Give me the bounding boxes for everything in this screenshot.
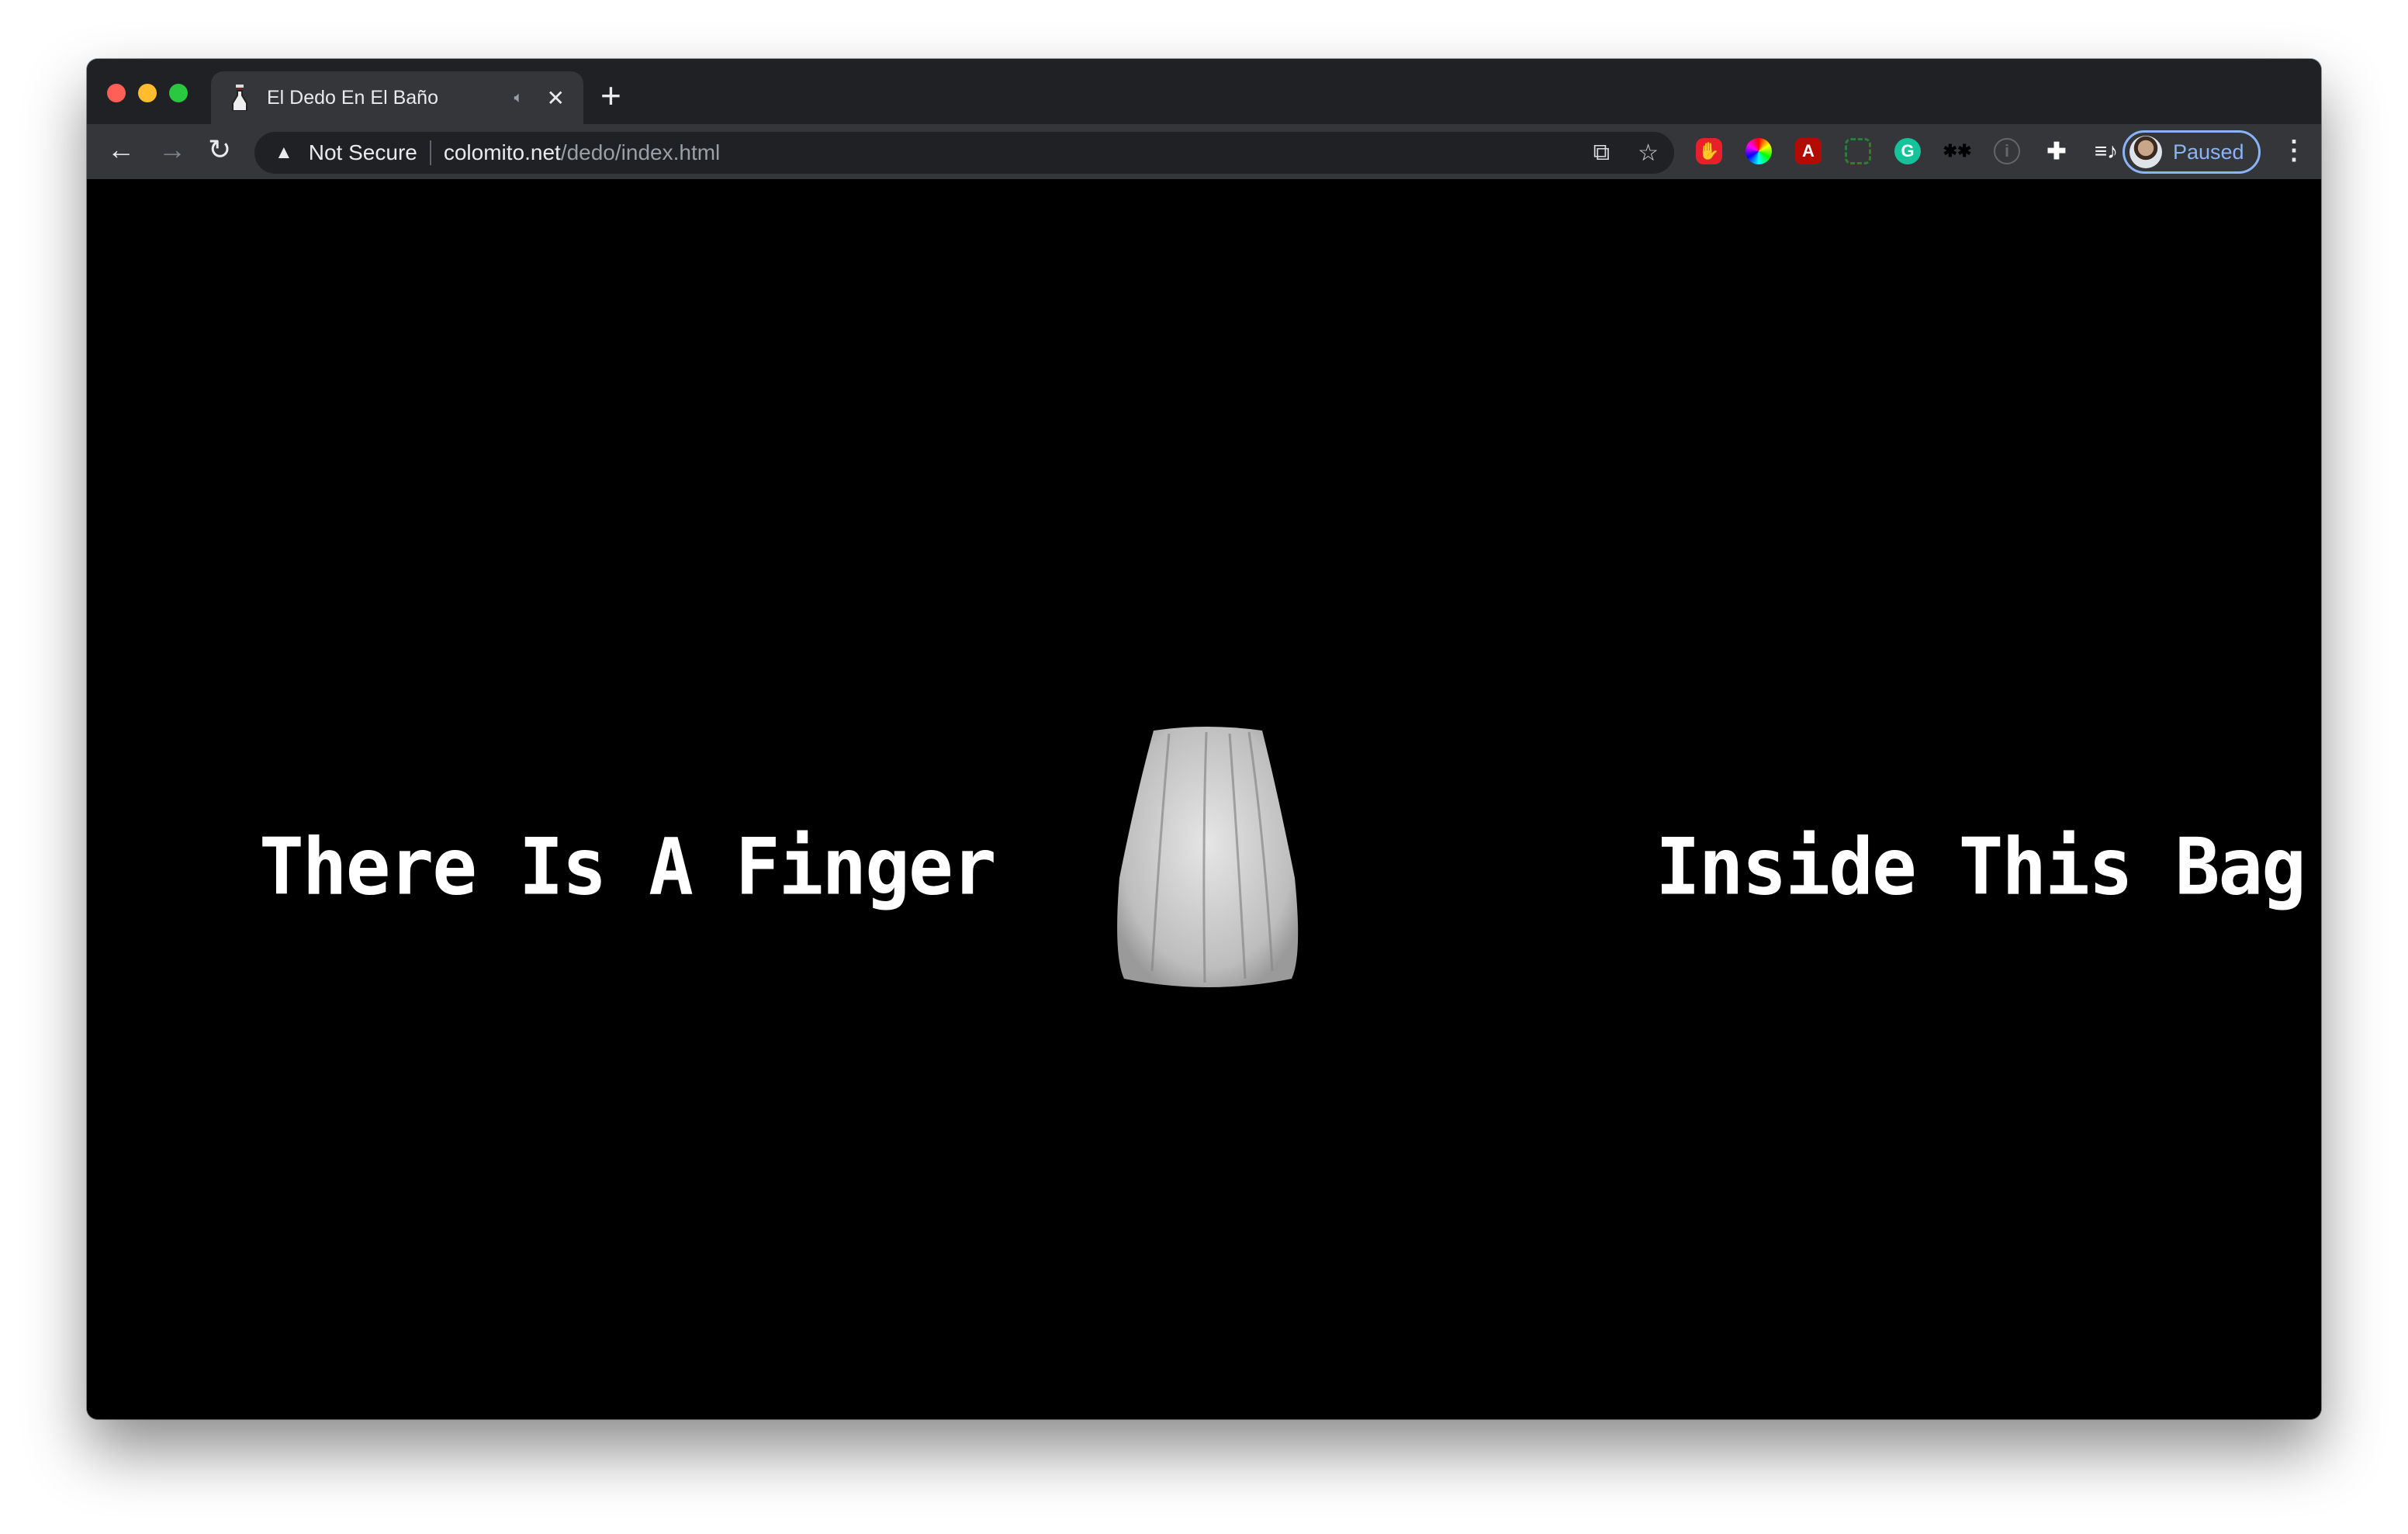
bag-image[interactable]	[1113, 723, 1303, 990]
divider	[429, 140, 431, 165]
pixel-bottle-icon	[232, 85, 247, 111]
security-label[interactable]: Not Secure	[309, 140, 417, 165]
puzzle-icon[interactable]: ✚	[2043, 138, 2070, 164]
tab-bar: El Dedo En El Baño 🔈︎ ✕ +	[87, 59, 2321, 124]
browser-window: El Dedo En El Baño 🔈︎ ✕ + ← → ↻ ▲ Not Se…	[87, 59, 2321, 1419]
reload-icon[interactable]: ↻	[208, 133, 231, 166]
tab-active[interactable]: El Dedo En El Baño 🔈︎ ✕	[211, 71, 583, 124]
tab-title: El Dedo En El Baño	[267, 86, 438, 109]
info-icon[interactable]: i	[1994, 138, 2020, 164]
right-caption: Inside This Bag	[1656, 821, 2306, 913]
acrobat-icon[interactable]: A	[1795, 138, 1822, 164]
page-content: There Is A Finger Inside This Bag	[87, 180, 2321, 1419]
close-icon[interactable]: ✕	[547, 85, 565, 111]
left-caption: There Is A Finger	[259, 821, 997, 913]
profile-button[interactable]: Paused	[2123, 130, 2261, 174]
speaker-icon[interactable]: 🔈︎	[514, 89, 524, 107]
media-queue-icon[interactable]: ≡♪	[2093, 138, 2119, 164]
address-bar[interactable]: ▲ Not Secure colomito.net/dedo/index.htm…	[254, 132, 1674, 174]
forward-icon[interactable]: →	[158, 133, 186, 166]
warning-icon: ▲	[275, 142, 293, 163]
plus-icon[interactable]: +	[600, 74, 621, 116]
url-path: /dedo/index.html	[560, 140, 721, 164]
star-icon[interactable]: ☆	[1638, 140, 1659, 167]
grammarly-icon[interactable]: G	[1894, 138, 1921, 164]
url-host: colomito.net	[443, 140, 561, 164]
menu-icon[interactable]: ⋮	[2281, 135, 2307, 166]
screenshot-icon[interactable]	[1845, 138, 1871, 164]
minimize-window-button[interactable]	[138, 84, 157, 102]
avatar	[2129, 136, 2162, 168]
toolbar: ← → ↻ ▲ Not Secure colomito.net/dedo/ind…	[87, 124, 2321, 180]
adblock-icon[interactable]: ✋	[1696, 138, 1722, 164]
translate-icon[interactable]: ⧉	[1593, 140, 1610, 167]
color-picker-icon[interactable]	[1745, 138, 1772, 164]
close-window-button[interactable]	[107, 84, 126, 102]
profile-label: Paused	[2173, 140, 2244, 164]
back-icon[interactable]: ←	[107, 133, 135, 166]
eyes-icon[interactable]: ✱✱	[1943, 138, 1972, 164]
zoom-window-button[interactable]	[169, 84, 188, 102]
